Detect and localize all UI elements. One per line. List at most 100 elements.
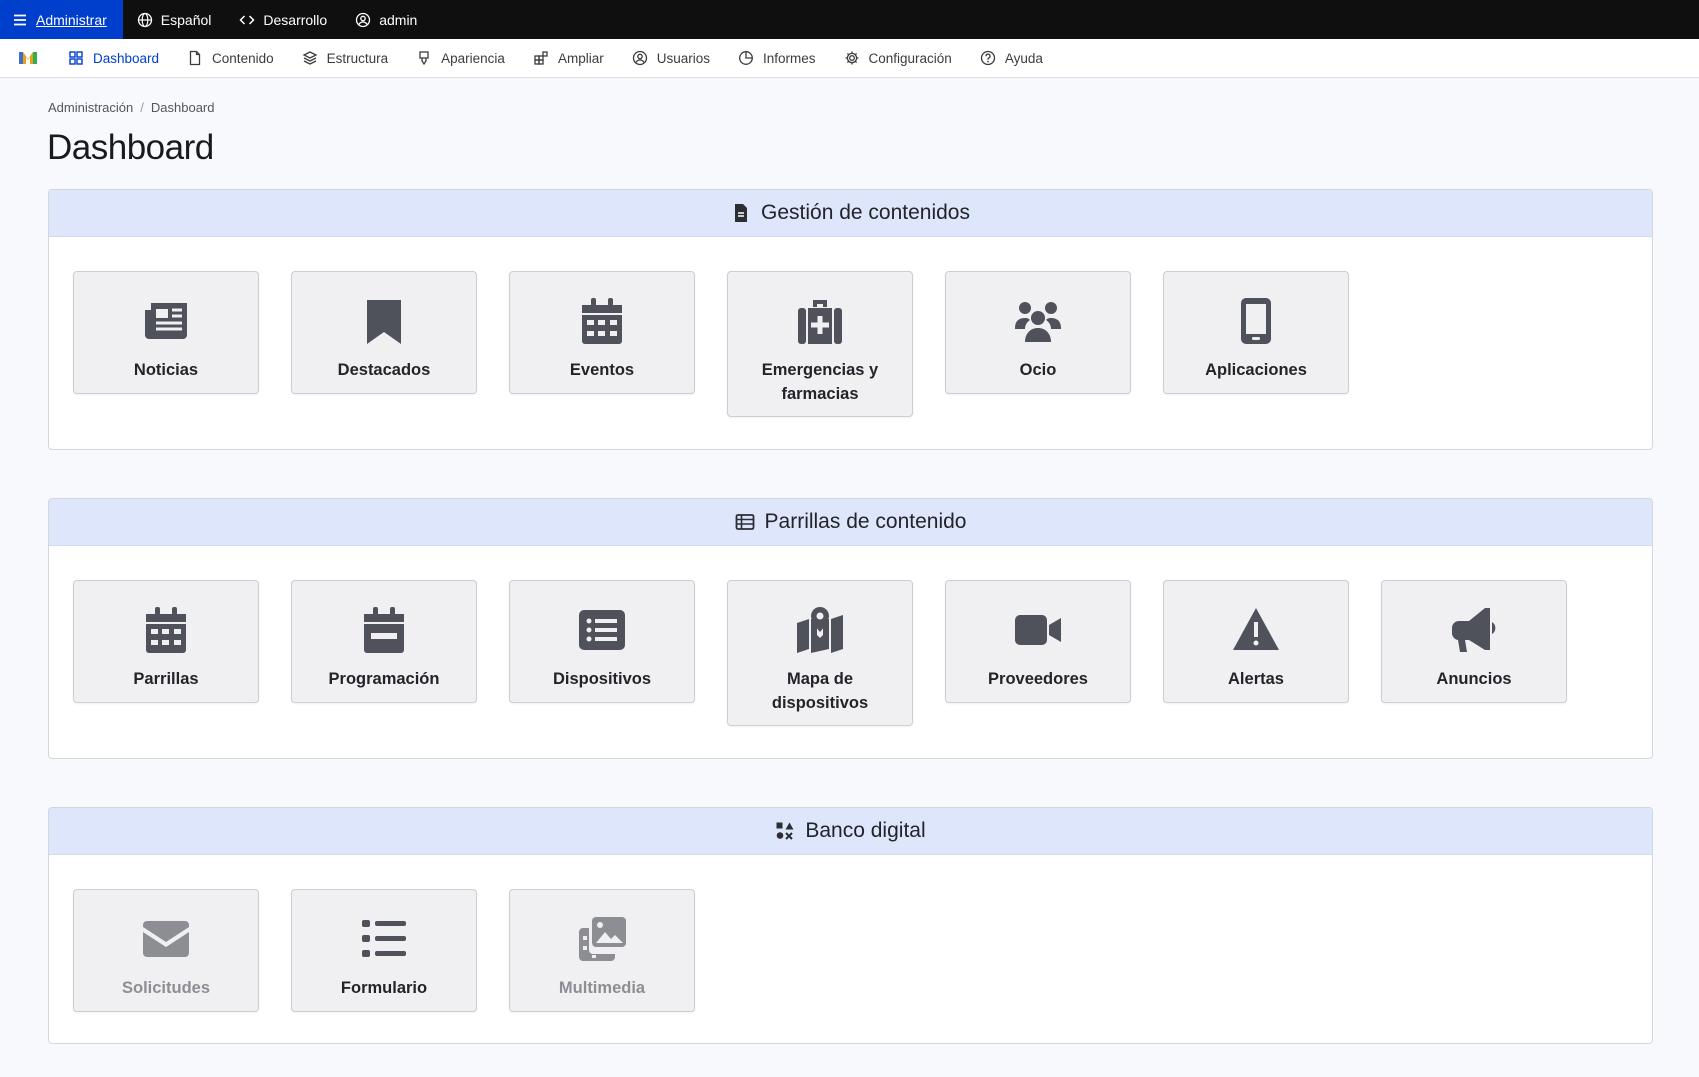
- envelope-icon: [143, 921, 189, 957]
- tile-label: Emergencias y farmacias: [761, 361, 879, 403]
- tile-label: Solicitudes: [121, 979, 211, 997]
- administer-label: Administrar: [36, 11, 107, 28]
- tile-label: Dispositivos: [552, 670, 652, 688]
- tile-label: Ocio: [1019, 361, 1057, 379]
- calendar-icon: [582, 298, 622, 344]
- globe-icon: [137, 12, 152, 27]
- menu-label: Ampliar: [557, 50, 604, 66]
- tile-parrillas[interactable]: Parrillas: [73, 580, 259, 703]
- development-menu[interactable]: Desarrollo: [225, 0, 341, 39]
- administer-toggle[interactable]: Administrar: [0, 0, 123, 39]
- menu-label: Ayuda: [1004, 50, 1043, 66]
- menu-item-estructura[interactable]: Estructura: [302, 50, 389, 66]
- tile-emergencias-farmacias[interactable]: Emergencias y farmacias: [727, 271, 913, 417]
- section-gestion-contenidos: Gestión de contenidos Noticias Destacado…: [48, 189, 1653, 450]
- menu-label: Contenido: [212, 50, 274, 66]
- list-box-icon: [579, 610, 625, 650]
- shapes-icon: [776, 822, 794, 840]
- tile-aplicaciones[interactable]: Aplicaciones: [1163, 271, 1349, 394]
- breadcrumb-link[interactable]: Administración: [48, 100, 133, 115]
- tile-mapa-dispositivos[interactable]: Mapa de dispositivos: [727, 580, 913, 726]
- menu-label: Configuración: [868, 50, 952, 66]
- section-header: Parrillas de contenido: [49, 499, 1652, 546]
- layers-icon: [302, 51, 318, 65]
- tile-alertas[interactable]: Alertas: [1163, 580, 1349, 703]
- menu-item-configuracion[interactable]: Configuración: [844, 50, 952, 66]
- tile-eventos[interactable]: Eventos: [509, 271, 695, 394]
- tile-label: Noticias: [133, 361, 199, 379]
- puzzle-icon: [534, 51, 548, 65]
- breadcrumb-separator: /: [140, 100, 144, 115]
- gear-icon: [845, 51, 859, 65]
- hamburger-icon: [14, 14, 26, 25]
- tile-ocio[interactable]: Ocio: [945, 271, 1131, 394]
- breadcrumb-current: Dashboard: [150, 100, 215, 115]
- menu-item-apariencia[interactable]: Apariencia: [416, 50, 505, 66]
- menu-item-usuarios[interactable]: Usuarios: [632, 50, 710, 66]
- section-header: Banco digital: [49, 808, 1652, 855]
- development-label: Desarrollo: [263, 11, 328, 28]
- menu-label: Apariencia: [441, 50, 505, 66]
- newspaper-icon: [145, 303, 187, 339]
- section-title: Gestión de contenidos: [761, 201, 970, 224]
- table-icon: [735, 514, 754, 530]
- menu-item-ampliar[interactable]: Ampliar: [533, 50, 604, 66]
- user-menu[interactable]: admin: [341, 0, 431, 39]
- list-icon: [362, 920, 406, 957]
- menu-label: Informes: [762, 50, 816, 66]
- language-switcher[interactable]: Español: [123, 0, 226, 39]
- tile-label: Programación: [328, 670, 440, 688]
- section-parrillas-contenido: Parrillas de contenido Parrillas Program…: [48, 498, 1653, 759]
- admin-menu: Dashboard Contenido Estructura Aparienci…: [0, 39, 1699, 78]
- tile-destacados[interactable]: Destacados: [291, 271, 477, 394]
- brush-icon: [419, 51, 429, 66]
- toolbar: Administrar Español Desarrollo admin: [0, 0, 1699, 39]
- tile-label: Aplicaciones: [1205, 361, 1307, 379]
- tile-dispositivos[interactable]: Dispositivos: [509, 580, 695, 703]
- menu-item-informes[interactable]: Informes: [738, 50, 816, 66]
- tile-noticias[interactable]: Noticias: [73, 271, 259, 394]
- tile-label: Mapa de dispositivos: [771, 670, 869, 712]
- map-location-icon: [797, 607, 843, 653]
- user-label: admin: [379, 11, 418, 28]
- site-logo-icon[interactable]: [18, 48, 38, 68]
- calendar-minus-icon: [364, 607, 404, 653]
- menu-label: Dashboard: [93, 50, 160, 66]
- menu-item-ayuda[interactable]: Ayuda: [980, 50, 1043, 66]
- language-label: Español: [160, 11, 212, 28]
- tile-label: Eventos: [569, 361, 635, 379]
- megaphone-icon: [1451, 608, 1496, 652]
- breadcrumb: Administración / Dashboard: [48, 100, 215, 115]
- code-icon: [239, 14, 255, 25]
- video-icon: [1015, 615, 1061, 645]
- help-icon: [980, 50, 995, 66]
- menu-label: Estructura: [326, 50, 389, 66]
- tile-proveedores[interactable]: Proveedores: [945, 580, 1131, 703]
- file-icon: [189, 50, 201, 66]
- chart-icon: [739, 51, 753, 65]
- tile-solicitudes[interactable]: Solicitudes: [73, 889, 259, 1012]
- images-icon: [579, 917, 626, 961]
- tile-label: Anuncios: [1436, 670, 1512, 688]
- menu-label: Usuarios: [656, 50, 710, 66]
- section-title: Parrillas de contenido: [764, 510, 967, 533]
- tile-formulario[interactable]: Formulario: [291, 889, 477, 1012]
- bookmark-icon: [367, 300, 401, 344]
- tile-programacion[interactable]: Programación: [291, 580, 477, 703]
- tile-label: Alertas: [1228, 670, 1284, 688]
- section-header: Gestión de contenidos: [49, 190, 1652, 237]
- tile-anuncios[interactable]: Anuncios: [1381, 580, 1567, 703]
- tile-multimedia[interactable]: Multimedia: [509, 889, 695, 1012]
- document-icon: [735, 204, 747, 222]
- dashboard-icon: [69, 51, 83, 65]
- tile-label: Proveedores: [988, 670, 1088, 688]
- menu-item-dashboard[interactable]: Dashboard: [68, 50, 159, 66]
- calendar-days-icon: [146, 607, 186, 653]
- page-title: Dashboard: [47, 128, 214, 167]
- user-icon: [632, 50, 647, 66]
- menu-item-contenido[interactable]: Contenido: [187, 50, 274, 66]
- user-circle-icon: [356, 12, 371, 27]
- tile-label: Parrillas: [133, 670, 199, 688]
- section-banco-digital: Banco digital Solicitudes Formulario Mul…: [48, 807, 1653, 1044]
- people-icon: [1015, 302, 1061, 342]
